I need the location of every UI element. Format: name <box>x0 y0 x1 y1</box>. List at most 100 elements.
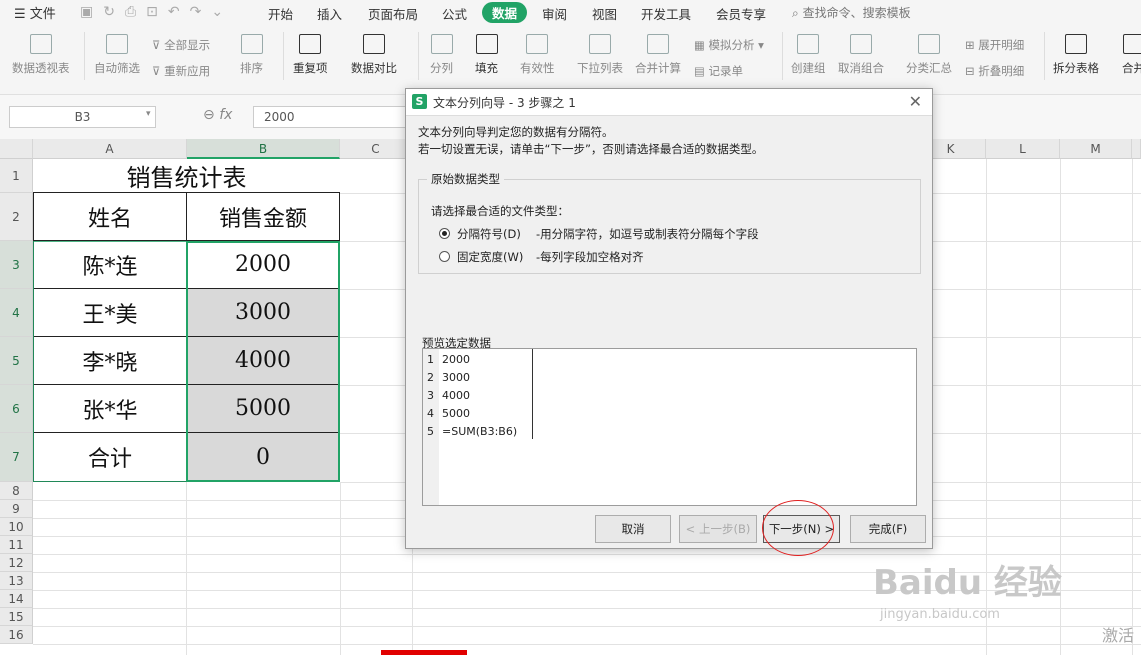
filter-icon <box>106 34 128 54</box>
row-header-11[interactable]: 11 <box>0 536 33 554</box>
preview-row: 4000 <box>442 389 470 402</box>
delimited-option-label[interactable]: 分隔符号(D) <box>457 226 521 242</box>
group-title: 原始数据类型 <box>427 171 504 187</box>
consolidate-button[interactable]: 合并计算 <box>635 34 681 76</box>
name-cell[interactable]: 陈*连 <box>33 241 187 289</box>
sort-button[interactable]: 排序 <box>240 34 263 76</box>
name-cell[interactable]: 李*晓 <box>33 337 187 385</box>
select-all-corner[interactable] <box>0 139 33 159</box>
row-header-1[interactable]: 1 <box>0 159 33 193</box>
header-cell-amount[interactable]: 销售金额 <box>187 193 340 241</box>
name-cell[interactable]: 王*美 <box>33 289 187 337</box>
delimited-option-desc: -用分隔字符，如逗号或制表符分隔每个字段 <box>536 227 759 241</box>
fill-down-icon <box>475 34 498 54</box>
finish-button[interactable]: 完成(F) <box>850 515 926 543</box>
row-header-5[interactable]: 5 <box>0 337 33 385</box>
delimited-radio[interactable] <box>439 228 450 239</box>
total-label-cell[interactable]: 合计 <box>33 433 187 482</box>
split-column-button[interactable]: 分列 <box>430 34 453 76</box>
tab-formulas[interactable]: 公式 <box>442 4 467 23</box>
tab-developer[interactable]: 开发工具 <box>641 4 691 23</box>
next-button[interactable]: 下一步(N) > <box>763 515 840 543</box>
show-all-button[interactable]: ⊽ 全部显示 <box>152 37 210 53</box>
amount-cell[interactable]: 2000 <box>187 241 340 289</box>
ungroup-label: 取消组合 <box>838 61 884 75</box>
merge-button[interactable]: 合并 <box>1122 34 1141 76</box>
row-header-8[interactable]: 8 <box>0 482 33 500</box>
tab-data[interactable]: 数据 <box>482 2 528 23</box>
tab-insert[interactable]: 插入 <box>317 4 342 23</box>
header-cell-name[interactable]: 姓名 <box>33 193 187 241</box>
column-header-b[interactable]: B <box>187 139 340 159</box>
cancel-button[interactable]: 取消 <box>595 515 671 543</box>
compare-button[interactable]: 数据对比 <box>351 34 397 76</box>
formula-icons[interactable]: ⊖ fx <box>203 107 232 123</box>
back-button[interactable]: < 上一步(B) <box>679 515 757 543</box>
command-search[interactable]: ⌕ 查找命令、搜索模板 <box>792 4 911 21</box>
row-header-16[interactable]: 16 <box>0 626 33 644</box>
fixed-width-option-label[interactable]: 固定宽度(W) <box>457 249 523 265</box>
row-header-13[interactable]: 13 <box>0 572 33 590</box>
amount-cell[interactable]: 3000 <box>187 289 340 337</box>
formula-input[interactable]: 2000 <box>253 106 413 128</box>
row-header-14[interactable]: 14 <box>0 590 33 608</box>
preview-row: 5000 <box>442 407 470 420</box>
ungroup-button[interactable]: 取消组合 <box>838 34 884 76</box>
column-header-a[interactable]: A <box>33 139 187 159</box>
column-header-l[interactable]: L <box>986 139 1060 159</box>
tab-member[interactable]: 会员专享 <box>716 4 766 23</box>
subtotal-button[interactable]: 分类汇总 <box>906 34 952 76</box>
row-header-12[interactable]: 12 <box>0 554 33 572</box>
total-amount-cell[interactable]: 0 <box>187 433 340 482</box>
simulate-button[interactable]: ▦ 模拟分析 ▾ <box>694 37 764 53</box>
amount-cell[interactable]: 4000 <box>187 337 340 385</box>
row-header-9[interactable]: 9 <box>0 500 33 518</box>
dialog-message-line1: 文本分列向导判定您的数据有分隔符。 <box>418 125 614 139</box>
dialog-title-bar[interactable]: S 文本分列向导 - 3 步骤之 1 ✕ <box>406 89 932 116</box>
dropdown-list-button[interactable]: 下拉列表 <box>577 34 623 76</box>
command-search-label: 查找命令、搜索模板 <box>802 6 911 20</box>
split-table-button[interactable]: 拆分表格 <box>1053 34 1099 76</box>
autofilter-button[interactable]: 自动筛选 <box>94 34 140 76</box>
record-label: 记录单 <box>708 64 744 78</box>
row-header-2[interactable]: 2 <box>0 193 33 241</box>
column-header-c[interactable]: C <box>340 139 412 159</box>
pivot-table-icon <box>29 34 52 54</box>
close-icon[interactable]: ✕ <box>909 92 922 111</box>
tab-view[interactable]: 视图 <box>592 4 617 23</box>
column-header-m[interactable]: M <box>1060 139 1132 159</box>
table-title-cell[interactable]: 销售统计表 <box>33 159 340 193</box>
split-table-label: 拆分表格 <box>1053 61 1099 75</box>
tab-review[interactable]: 审阅 <box>542 4 567 23</box>
fixed-width-option-desc: -每列字段加空格对齐 <box>536 250 644 264</box>
fixed-width-radio[interactable] <box>439 251 450 262</box>
name-cell[interactable]: 张*华 <box>33 385 187 433</box>
row-header-6[interactable]: 6 <box>0 385 33 433</box>
record-button[interactable]: ▤ 记录单 <box>694 63 743 79</box>
row-header-15[interactable]: 15 <box>0 608 33 626</box>
tab-home[interactable]: 开始 <box>268 4 293 23</box>
row-header-4[interactable]: 4 <box>0 289 33 337</box>
fx-icon: fx <box>219 107 233 123</box>
pivot-table-button[interactable]: 数据透视表 <box>12 34 70 76</box>
reapply-label: 重新应用 <box>164 64 211 78</box>
reapply-button[interactable]: ⊽ 重新应用 <box>152 63 210 79</box>
collapse-detail-label: 折叠明细 <box>978 64 1025 78</box>
duplicates-button[interactable]: 重复项 <box>293 34 328 76</box>
preview-box[interactable]: 1 2 3 4 5 2000 3000 4000 5000 =SUM(B3:B6… <box>422 348 917 506</box>
row-header-7[interactable]: 7 <box>0 433 33 482</box>
expand-detail-button[interactable]: ⊞ 展开明细 <box>965 37 1024 53</box>
create-group-button[interactable]: 创建组 <box>791 34 826 76</box>
name-box[interactable]: B3 <box>9 106 156 128</box>
row-header-10[interactable]: 10 <box>0 518 33 536</box>
consolidate-label: 合并计算 <box>635 61 681 75</box>
row-header-3[interactable]: 3 <box>0 241 33 289</box>
tab-page-layout[interactable]: 页面布局 <box>368 4 418 23</box>
collapse-detail-button[interactable]: ⊟ 折叠明细 <box>965 63 1024 79</box>
fill-button[interactable]: 填充 <box>475 34 498 76</box>
quick-access-icons[interactable]: ▣↻⎙⊡↶↷⌄ <box>80 4 233 20</box>
name-box-dropdown-icon[interactable]: ▾ <box>146 109 151 119</box>
amount-cell[interactable]: 5000 <box>187 385 340 433</box>
file-menu[interactable]: ☰ 文件 <box>14 3 56 22</box>
validity-button[interactable]: 有效性 <box>520 34 555 76</box>
